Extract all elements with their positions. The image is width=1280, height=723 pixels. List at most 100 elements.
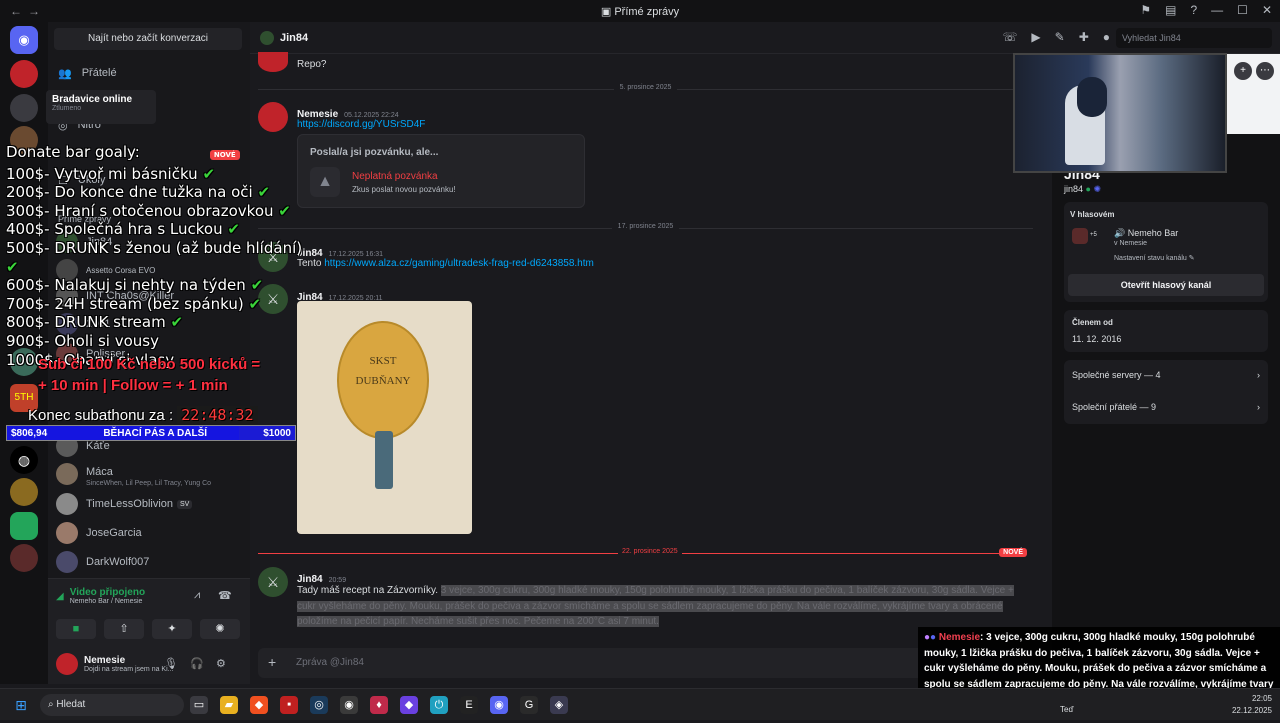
goal-item: 700$- 24H stream (bez spánku) ✔ — [6, 294, 262, 313]
avatar — [260, 30, 274, 45]
brave-icon[interactable]: ◆ — [250, 695, 268, 714]
epic-games-icon[interactable]: E — [460, 695, 478, 714]
avatar — [258, 52, 288, 72]
message-input[interactable]: + Zpráva @Jin84 — [258, 648, 1033, 678]
server-tooltip: Bradavice online Ztlumeno — [46, 90, 156, 124]
screen-share-button[interactable]: ⇧ — [104, 619, 144, 639]
app-icon[interactable]: ◆ — [400, 695, 418, 714]
headphones-icon[interactable]: 🎧 — [190, 657, 204, 670]
avatar[interactable]: ⚔ — [258, 567, 288, 597]
profile-toggle-icon[interactable]: ● — [1103, 30, 1110, 44]
soundboard-button[interactable]: ✺ — [200, 619, 240, 639]
donate-goals-overlay: Donate bar goaly: NOVÉ 100$- Vytvoř mi bá… — [6, 143, 306, 369]
app-icon[interactable]: ◈ — [550, 695, 568, 714]
server-icon[interactable] — [10, 512, 38, 540]
avatar[interactable] — [56, 653, 78, 675]
app-icon[interactable]: ♦ — [370, 695, 388, 714]
window-title: ▣ Přímé zprávy — [600, 5, 680, 18]
app-icon[interactable]: ⏻ — [430, 695, 448, 714]
voice-panel: ◢ Video připojeno Nemeho Bar / Nemesie ⩘… — [48, 578, 250, 684]
checkmark-icon: ✔ — [278, 201, 291, 220]
checkmark-icon: ✔ — [250, 276, 264, 295]
checkmark-icon: ✔ — [202, 164, 216, 183]
checkmark-icon: ✔ — [257, 183, 271, 202]
dm-item[interactable]: TimeLessOblivion SV — [56, 490, 244, 518]
add-friends-icon[interactable]: ✚ — [1079, 30, 1089, 44]
server-icon[interactable]: ◍ — [10, 446, 38, 474]
taskbar-search[interactable]: ⌕ Hledat — [40, 693, 184, 716]
call-icon[interactable]: ☏ — [1002, 30, 1017, 44]
disconnect-icon[interactable]: ☎ — [218, 589, 232, 602]
speaker-icon: 🔊 — [1114, 228, 1128, 238]
camera-button[interactable]: ■ — [56, 619, 96, 639]
person-shape — [1077, 77, 1107, 117]
voice-channel-name[interactable]: 🔊 Nemeho Bar — [1114, 228, 1178, 239]
minimize-icon[interactable]: — — [1211, 3, 1223, 17]
task-view-icon[interactable]: ▭ — [190, 695, 208, 714]
server-icon[interactable] — [10, 544, 38, 572]
find-conversation-button[interactable]: Najít nebo začít konverzaci — [54, 28, 242, 50]
webcam-overlay — [1013, 53, 1227, 173]
goal-item: 200$- Do konce dne tužka na oči ✔ — [6, 183, 271, 202]
steam-icon[interactable]: ◎ — [310, 695, 328, 714]
date-divider: 5. prosince 2025 — [258, 84, 1033, 94]
message-text[interactable]: Tady máš recept na Zázvorníky. 3 vejce, … — [297, 583, 1022, 630]
product-link[interactable]: https://www.alza.cz/gaming/ultradesk-fra… — [324, 258, 594, 269]
help-icon[interactable]: ? — [1190, 3, 1197, 17]
open-voice-channel-button[interactable]: Otevřít hlasový kanál — [1068, 274, 1264, 296]
dm-icon: ▣ — [600, 5, 615, 18]
add-attachment-icon[interactable]: + — [268, 654, 276, 670]
dm-item[interactable]: JoseGarcia — [56, 519, 244, 547]
badge-icon: ✺ — [1093, 184, 1102, 194]
clock[interactable]: 22:05 22.12.2025 — [1232, 693, 1272, 717]
file-explorer-icon[interactable]: ▰ — [220, 695, 238, 714]
invite-link[interactable]: https://discord.gg/YUSrSD4F — [297, 119, 425, 130]
obs-icon[interactable]: ◉ — [340, 695, 358, 714]
add-friend-icon[interactable]: + — [1234, 62, 1252, 80]
server-icon[interactable] — [10, 60, 38, 88]
maximize-icon[interactable]: ☐ — [1237, 3, 1248, 17]
avatar[interactable] — [258, 102, 288, 132]
sub-rule-overlay: Sub či 100 Kč nebo 500 kicků = + 10 min … — [38, 356, 261, 394]
chevron-right-icon: › — [1257, 370, 1260, 380]
avatar — [56, 522, 78, 544]
invite-embed: Poslal/a jsi pozvánku, ale... ▲ Neplatná… — [297, 134, 585, 208]
close-icon[interactable]: ✕ — [1262, 3, 1272, 17]
mutual-card: Společné servery — 4 › Společní přátelé —… — [1064, 360, 1268, 424]
noise-suppression-icon[interactable]: ⩘ — [194, 589, 200, 602]
channel-status[interactable]: Nastavení stavu kanálu ✎ — [1114, 254, 1195, 262]
pin-icon[interactable]: ✎ — [1055, 30, 1065, 44]
discord-home-icon[interactable]: ◉ — [10, 26, 38, 54]
server-bradavice-icon[interactable] — [10, 94, 38, 122]
goal-item: 300$- Hraní s otočenou obrazovkou ✔ — [6, 201, 291, 220]
mutual-friends[interactable]: Společní přátelé — 9 › — [1072, 402, 1260, 412]
settings-icon[interactable]: ⚙ — [216, 657, 226, 670]
chat-area: Jin84 ☏ ▶ ✎ ✚ ● Vyhledat Jin84 Repo? 5. … — [250, 22, 1280, 684]
more-icon[interactable]: ⋯ — [1256, 62, 1274, 80]
date-divider: 17. prosince 2025 — [258, 223, 1033, 233]
badge-icon: ● — [930, 632, 937, 643]
app-icon[interactable]: ■ — [280, 695, 298, 714]
dm-item[interactable]: Máca SinceWhen, Lil Peep, Lil Tracy, Yung… — [56, 460, 244, 488]
flag-icon[interactable]: ⚑ — [1140, 3, 1151, 17]
voice-card: V hlasovém +5 🔊 Nemeho Bar v Nemesie Nas… — [1064, 202, 1268, 302]
activities-button[interactable]: ✦ — [152, 619, 192, 639]
app-icon[interactable]: G — [520, 695, 538, 714]
server-wow-icon[interactable] — [10, 478, 38, 506]
discord-icon[interactable]: ◉ — [490, 695, 508, 714]
paddle-handle — [375, 431, 393, 489]
sidebar-item-friends[interactable]: 👥 Přátelé — [58, 60, 117, 86]
search-input[interactable]: Vyhledat Jin84 — [1116, 28, 1272, 48]
friends-icon: 👥 — [58, 67, 72, 80]
mutual-servers[interactable]: Společné servery — 4 › — [1072, 370, 1260, 380]
checkmark-icon: ✔ — [248, 294, 262, 313]
new-messages-divider: 22. prosince 2025 NOVÉ — [258, 548, 1033, 558]
attached-image[interactable]: SKST DUBŇANY — [297, 301, 472, 534]
windows-start-icon[interactable]: ⊞ — [12, 696, 30, 714]
inbox-icon[interactable]: ▤ — [1165, 3, 1176, 17]
mic-icon[interactable]: 🎙 — [164, 657, 178, 670]
video-icon[interactable]: ▶ — [1031, 30, 1040, 44]
title-bar: ←→ ▣ Přímé zprávy ⚑ ▤ ? — ☐ ✕ — [0, 0, 1280, 22]
dm-item[interactable]: DarkWolf007 — [56, 548, 244, 576]
voice-channel[interactable]: Nemeho Bar / Nemesie — [70, 598, 145, 605]
